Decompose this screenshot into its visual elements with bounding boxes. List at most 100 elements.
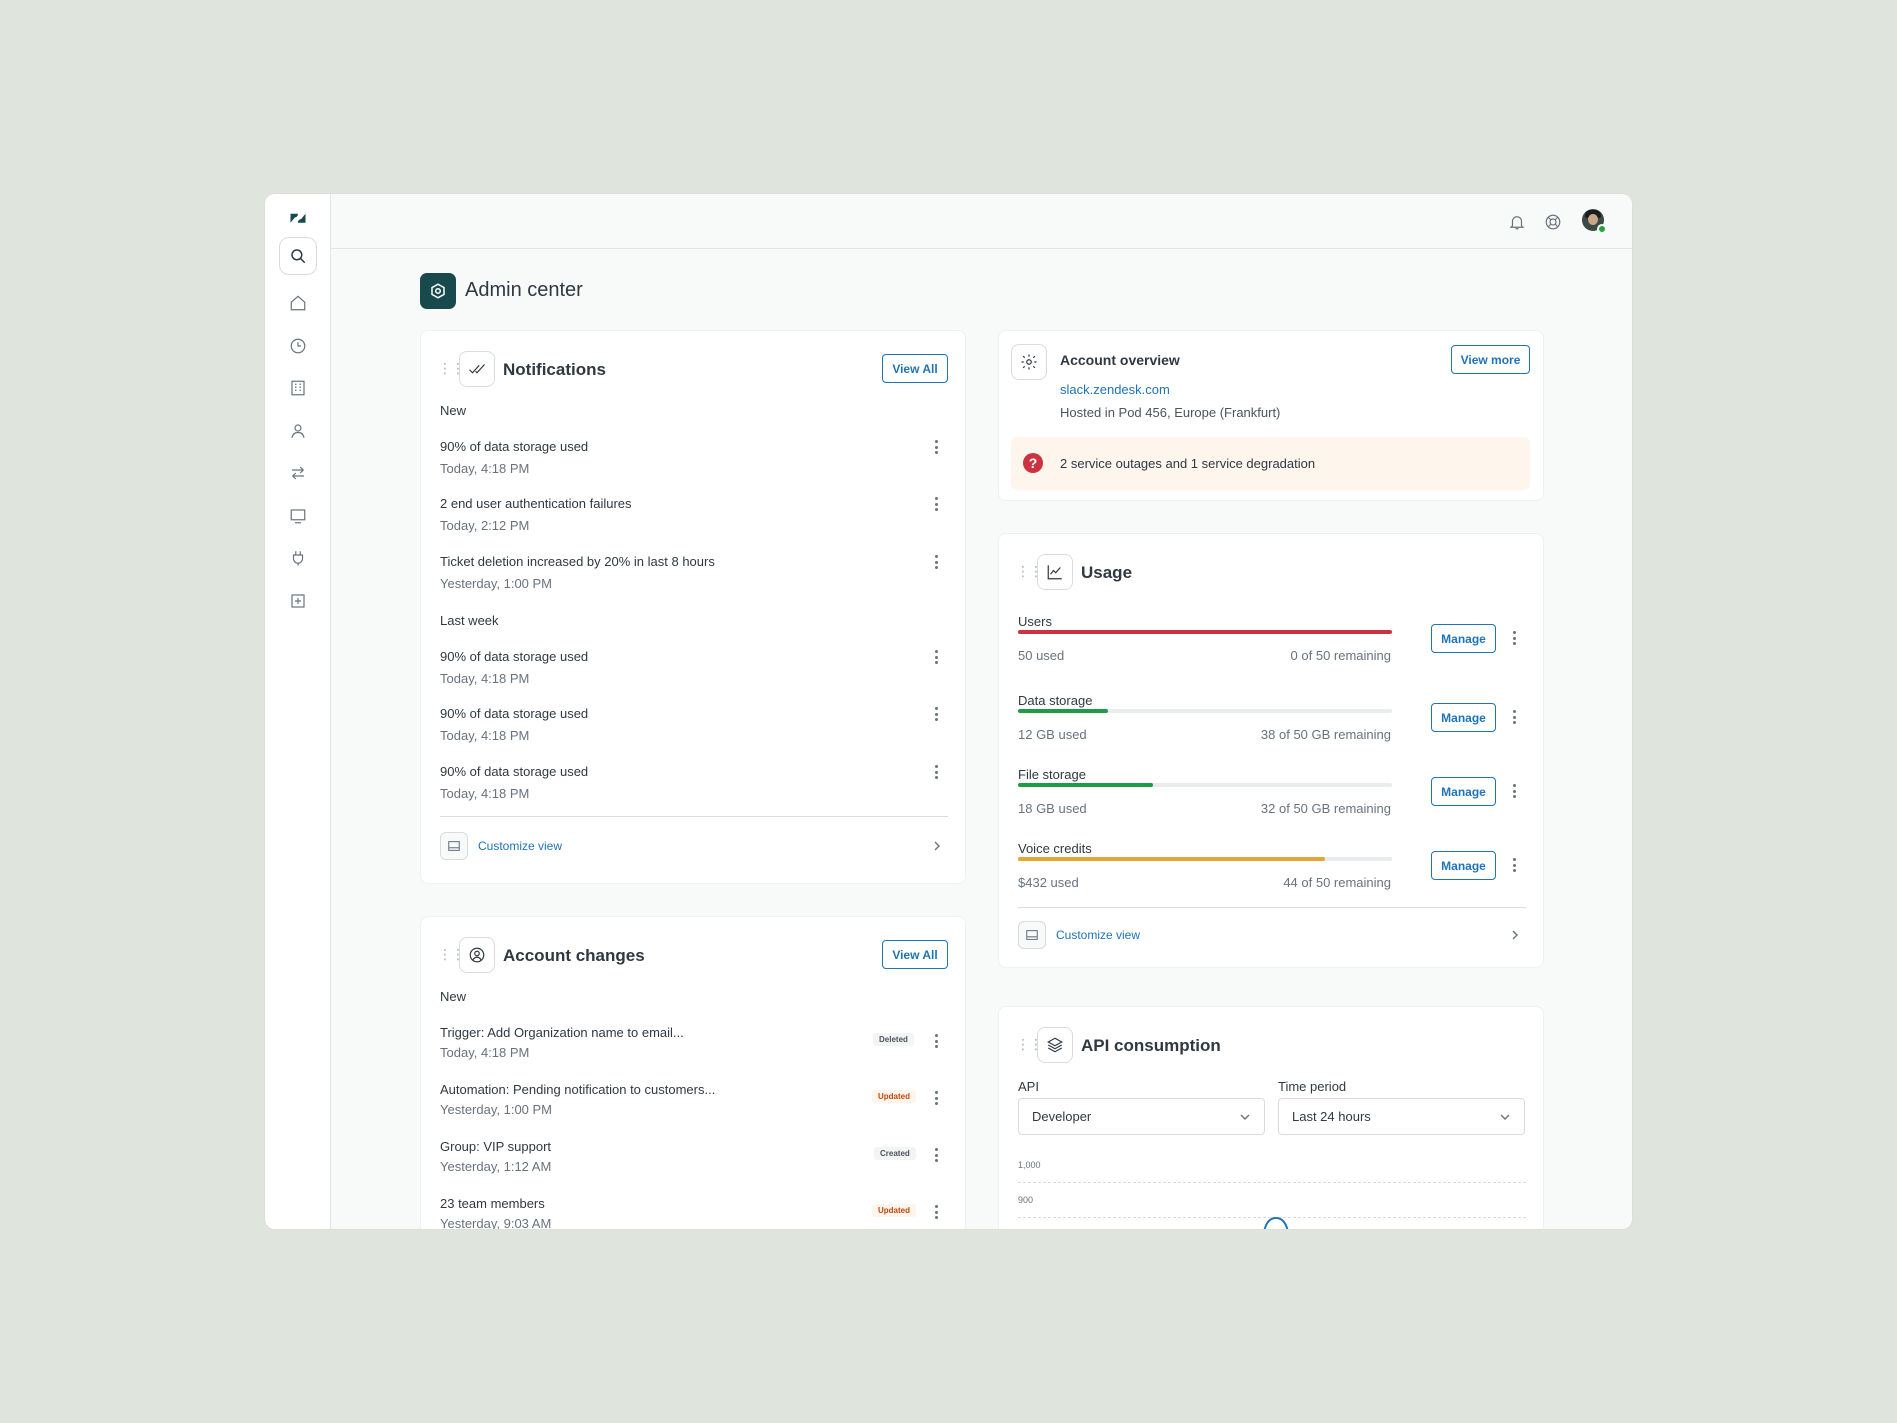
usage-label: Data storage: [1018, 693, 1093, 708]
notification-time: Today, 4:18 PM: [440, 786, 530, 801]
page-title: Admin center: [465, 279, 583, 301]
notification-time: Today, 4:18 PM: [440, 728, 530, 743]
usage-remaining: 0 of 50 remaining: [1290, 648, 1391, 663]
sidebar-item-organizations[interactable]: [279, 369, 317, 407]
card-title: Notifications: [503, 360, 606, 379]
search-button[interactable]: [279, 237, 317, 275]
arrows-icon: [291, 466, 305, 480]
more-options-icon[interactable]: [1509, 630, 1519, 646]
usage-used: 12 GB used: [1018, 727, 1087, 742]
api-select-value: Developer: [1032, 1109, 1092, 1124]
divider: [1018, 907, 1526, 908]
change-time: Yesterday, 9:03 AM: [440, 1216, 552, 1229]
online-status-indicator: [1597, 224, 1607, 234]
usage-progress-bar: [1018, 857, 1392, 861]
more-options-icon[interactable]: [931, 1204, 941, 1220]
clock-icon: [290, 338, 306, 354]
card-title: API consumption: [1081, 1036, 1221, 1055]
divider: [440, 816, 948, 817]
sidebar-item-home[interactable]: [279, 284, 317, 322]
chevron-right-icon[interactable]: [1509, 929, 1521, 941]
monitor-icon: [290, 509, 306, 524]
more-options-icon[interactable]: [931, 1033, 941, 1049]
api-select[interactable]: Developer: [1018, 1098, 1265, 1135]
change-title: Trigger: Add Organization name to email.…: [440, 1025, 684, 1040]
more-options-icon[interactable]: [931, 554, 941, 570]
usage-progress-fill: [1018, 709, 1108, 713]
chevron-right-icon[interactable]: [931, 840, 943, 852]
card-title: Account overview: [1060, 352, 1180, 368]
service-alert[interactable]: ? 2 service outages and 1 service degrad…: [1011, 437, 1530, 490]
card-title: Usage: [1081, 563, 1133, 582]
more-options-icon[interactable]: [931, 496, 941, 512]
account-overview-card: Account overview View more slack.zendesk…: [998, 330, 1544, 501]
user-circle-icon: [459, 937, 495, 973]
more-options-icon[interactable]: [1509, 709, 1519, 725]
view-all-button[interactable]: View All: [882, 940, 948, 969]
y-axis-tick-label: 900: [1018, 1195, 1034, 1205]
section-label: New: [440, 403, 467, 418]
usage-remaining: 38 of 50 GB remaining: [1260, 727, 1391, 742]
more-options-icon[interactable]: [1509, 783, 1519, 799]
more-options-icon[interactable]: [931, 439, 941, 455]
usage-label: Users: [1018, 614, 1052, 629]
line-chart-icon: [1037, 554, 1073, 590]
plus-box-icon: [291, 594, 305, 608]
more-options-icon[interactable]: [1509, 857, 1519, 873]
api-field-label: API: [1018, 1079, 1039, 1094]
usage-used: 18 GB used: [1018, 801, 1087, 816]
section-label: Last week: [440, 613, 499, 628]
status-badge: Updated: [872, 1204, 916, 1217]
notification-title: 90% of data storage used: [440, 649, 589, 664]
zendesk-logo-icon[interactable]: [279, 200, 317, 238]
alert-message: 2 service outages and 1 service degradat…: [1060, 456, 1316, 471]
more-options-icon[interactable]: [931, 1147, 941, 1163]
sidebar-item-people[interactable]: [279, 412, 317, 450]
more-options-icon[interactable]: [931, 1090, 941, 1106]
change-time: Today, 4:18 PM: [440, 1045, 530, 1060]
api-consumption-card: ⋮⋮ API consumption API Developer Time pe…: [998, 1006, 1544, 1229]
view-all-button[interactable]: View All: [882, 354, 948, 383]
sidebar-item-routing[interactable]: [279, 454, 317, 492]
manage-button[interactable]: Manage: [1431, 624, 1496, 653]
usage-label: File storage: [1018, 767, 1086, 782]
card-title: Account changes: [503, 946, 645, 965]
usage-remaining: 44 of 50 remaining: [1283, 875, 1391, 890]
notifications-card: ⋮⋮ Notifications View All New 90% of dat…: [420, 330, 966, 884]
usage-progress-fill: [1018, 630, 1392, 634]
usage-card: ⋮⋮ Usage Users 50 used 0 of 50 remaining…: [998, 533, 1544, 968]
view-more-button[interactable]: View more: [1451, 345, 1530, 374]
notification-time: Today, 4:18 PM: [440, 671, 530, 686]
usage-used: 50 used: [1018, 648, 1065, 663]
user-avatar[interactable]: [1582, 209, 1607, 234]
manage-button[interactable]: Manage: [1431, 703, 1496, 732]
customize-view-link[interactable]: Customize view: [1056, 928, 1140, 942]
chevron-down-icon: [1240, 1114, 1250, 1120]
manage-button[interactable]: Manage: [1431, 851, 1496, 880]
chart-gridline: [1018, 1182, 1526, 1183]
customize-view-link[interactable]: Customize view: [478, 839, 562, 853]
account-domain-link[interactable]: slack.zendesk.com: [1060, 382, 1170, 397]
status-badge: Updated: [872, 1090, 916, 1103]
manage-button[interactable]: Manage: [1431, 777, 1496, 806]
usage-progress-fill: [1018, 857, 1325, 861]
sidebar-item-channels[interactable]: [279, 497, 317, 535]
sidebar-item-objects-rules[interactable]: [279, 582, 317, 620]
change-title: Automation: Pending notification to cust…: [440, 1082, 716, 1097]
time-period-select[interactable]: Last 24 hours: [1278, 1098, 1525, 1135]
notification-time: Today, 4:18 PM: [440, 461, 530, 476]
hosting-info: Hosted in Pod 456, Europe (Frankfurt): [1060, 405, 1281, 420]
top-bar: [331, 194, 1632, 249]
account-changes-card: ⋮⋮ Account changes View All New Trigger:…: [420, 916, 966, 1229]
help-lifebuoy-icon[interactable]: [1542, 211, 1564, 233]
more-options-icon[interactable]: [931, 706, 941, 722]
notification-time: Yesterday, 1:00 PM: [440, 576, 553, 591]
sidebar-item-apps-integrations[interactable]: [279, 539, 317, 577]
more-options-icon[interactable]: [931, 764, 941, 780]
sidebar-item-recent[interactable]: [279, 327, 317, 365]
usage-progress-bar: [1018, 630, 1392, 634]
more-options-icon[interactable]: [931, 649, 941, 665]
notifications-bell-icon[interactable]: [1506, 211, 1528, 233]
person-icon: [291, 424, 305, 438]
notification-time: Today, 2:12 PM: [440, 518, 530, 533]
